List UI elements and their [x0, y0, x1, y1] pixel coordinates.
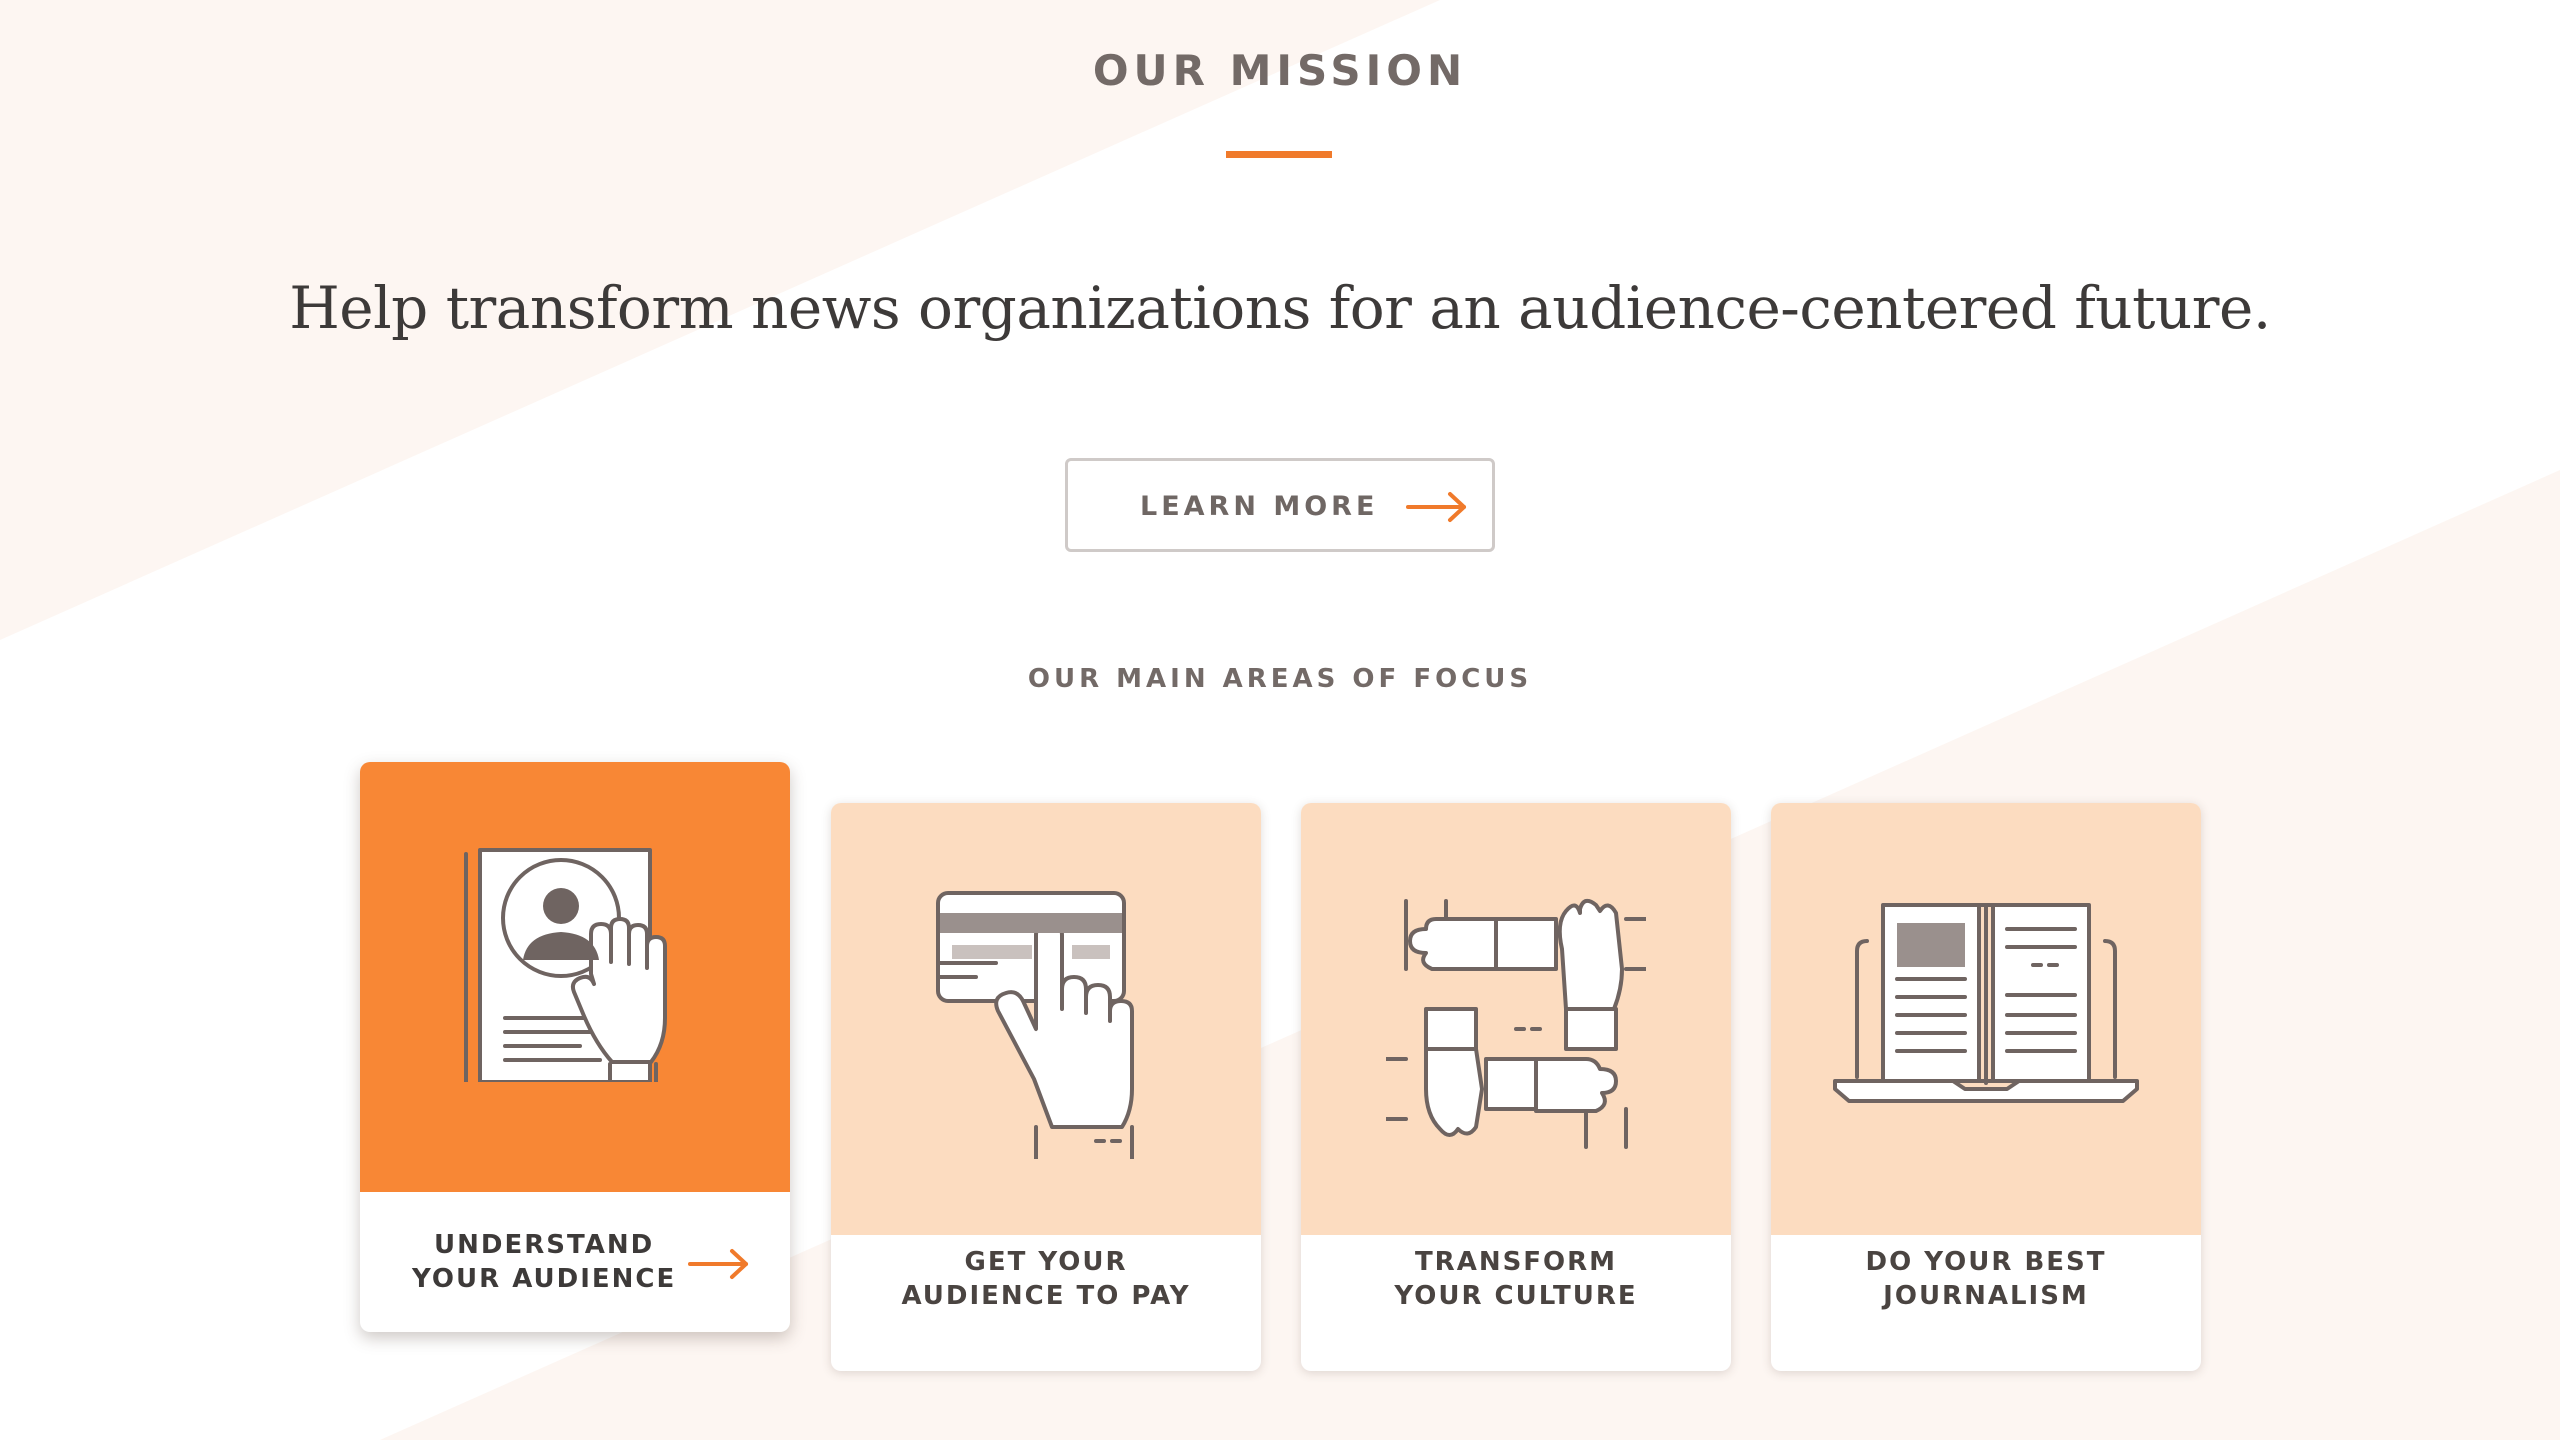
card-label: UNDERSTAND YOUR AUDIENCE	[412, 1230, 677, 1294]
learn-more-button[interactable]: LEARN MORE	[1065, 458, 1495, 552]
card-label: GET YOUR AUDIENCE TO PAY	[901, 1247, 1191, 1311]
card-art	[1301, 803, 1731, 1235]
card-caption: TRANSFORM YOUR CULTURE	[1301, 1235, 1731, 1323]
section-title: OUR MISSION	[1092, 46, 1468, 95]
card-label: DO YOUR BEST JOURNALISM	[1865, 1247, 2107, 1311]
open-book-laptop-icon	[1833, 903, 2139, 1103]
audience-profile-icon	[464, 848, 667, 1082]
focus-card-transform-culture[interactable]: TRANSFORM YOUR CULTURE	[1301, 803, 1731, 1371]
card-caption: GET YOUR AUDIENCE TO PAY	[831, 1235, 1261, 1323]
arrow-right-icon	[1406, 492, 1466, 522]
learn-more-label: LEARN MORE	[1140, 491, 1379, 522]
card-art	[831, 803, 1261, 1235]
card-art	[1771, 803, 2201, 1235]
focus-heading: OUR MAIN AREAS OF FOCUS	[1027, 664, 1533, 694]
card-caption: DO YOUR BEST JOURNALISM	[1771, 1235, 2201, 1323]
focus-card-audience-to-pay[interactable]: GET YOUR AUDIENCE TO PAY	[831, 803, 1261, 1371]
credit-card-tap-icon	[936, 891, 1134, 1159]
mission-statement: Help transform news organizations for an…	[289, 274, 2271, 342]
card-label: TRANSFORM YOUR CULTURE	[1394, 1247, 1638, 1311]
title-underline	[1226, 151, 1332, 158]
card-art	[360, 762, 790, 1192]
focus-card-understand-audience[interactable]: UNDERSTAND YOUR AUDIENCE	[360, 762, 790, 1332]
arrow-right-icon	[688, 1249, 748, 1279]
interlocking-hands-icon	[1386, 898, 1646, 1149]
focus-card-best-journalism[interactable]: DO YOUR BEST JOURNALISM	[1771, 803, 2201, 1371]
mission-page: OUR MISSION Help transform news organiza…	[0, 0, 2560, 1440]
